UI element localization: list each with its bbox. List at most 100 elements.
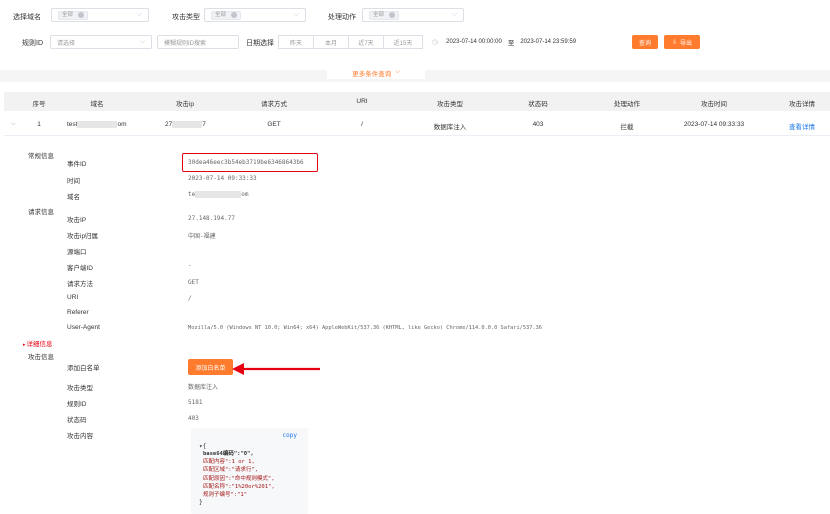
json-open-brace[interactable]: ▾{ <box>199 443 206 450</box>
user-agent-value: Mozilla/5.0 (Windows NT 10.0; Win64; x64… <box>188 325 542 331</box>
status-label: 状态码 <box>67 417 87 424</box>
col-attack-time: 攻击时间 <box>701 101 727 108</box>
masked-text <box>172 121 203 128</box>
json-line: base64编码":"0", <box>203 451 254 457</box>
copy-button[interactable]: copy <box>283 432 297 439</box>
tag-close-icon[interactable] <box>231 12 238 18</box>
section-basic-info: 常规信息 <box>28 153 54 160</box>
keyword-placeholder: 模糊规则ID搜索 <box>164 40 207 47</box>
chevron-down-icon: ⌵ <box>395 69 400 75</box>
json-line: 匹配内容":1 or 1, <box>203 459 255 466</box>
row-attack-type: 数据库注入 <box>433 124 467 131</box>
ip-label: 攻击IP <box>67 217 87 224</box>
section-request-info: 请求信息 <box>28 209 54 216</box>
col-action: 处理动作 <box>614 101 640 108</box>
geo-value: 中国-福建 <box>188 233 216 240</box>
method-value: GET <box>188 279 199 286</box>
ip-value: 27.148.194.77 <box>188 215 235 222</box>
masked-text <box>195 191 242 198</box>
action-select[interactable]: 全部 ⌵ <box>362 8 464 22</box>
col-attack-ip: 攻击ip <box>175 101 195 108</box>
json-line: 匹配原因":"命中规则模式", <box>203 475 275 482</box>
more-detail-label: 详细信息 <box>26 341 53 348</box>
row-index: 1 <box>37 121 41 128</box>
attack-type-tag: 全部 <box>211 10 242 20</box>
masked-text <box>77 121 118 128</box>
row-uri: / <box>361 121 363 128</box>
whitelist-label: 添加白名单 <box>67 365 100 372</box>
rule-id-placeholder: 请选择 <box>57 40 76 47</box>
start-time[interactable]: 2023-07-14 00:00:00 <box>446 39 502 45</box>
action-filter-label: 处理动作 <box>328 14 356 21</box>
row-attack-ip: 27 7 <box>165 121 206 129</box>
date-range-15days[interactable]: 近15天 <box>383 35 423 49</box>
chevron-down-icon: ⌵ <box>451 11 457 18</box>
chevron-down-icon: ⌵ <box>293 11 299 18</box>
uri-value: / <box>188 295 192 302</box>
row-domain: test om <box>67 121 127 129</box>
tag-close-icon[interactable] <box>389 12 396 18</box>
client-id-value: - <box>188 262 192 269</box>
col-status: 状态码 <box>528 101 548 108</box>
clock-icon: ◷ <box>432 39 439 46</box>
col-uri: URI <box>356 98 368 105</box>
date-range-yesterday[interactable]: 昨天 <box>278 35 314 49</box>
row-action: 拦截 <box>620 124 634 131</box>
chevron-down-icon: ⌵ <box>136 11 142 18</box>
domain-select[interactable]: 全部 ⌵ <box>51 8 149 22</box>
uri-label: URI <box>67 294 79 301</box>
more-detail-toggle[interactable]: ▸详细信息 <box>23 338 53 348</box>
col-method: 请求方式 <box>261 101 287 108</box>
export-icon: ⇩ <box>671 39 677 46</box>
datetime-range-picker[interactable]: ◷ 2023-07-14 00:00:00 至 2023-07-14 23:59… <box>432 35 627 49</box>
date-range-7days[interactable]: 近7天 <box>348 35 384 49</box>
rule-id-label: 规则ID <box>67 401 87 408</box>
attack-type-select[interactable]: 全部 ⌵ <box>204 8 306 22</box>
more-conditions-toggle[interactable]: 更多条件查询 ⌵ <box>327 66 425 79</box>
method-label: 请求方法 <box>67 281 93 288</box>
time-value: 2023-07-14 09:33:33 <box>188 175 257 182</box>
client-id-label: 客户端ID <box>67 265 93 272</box>
rule-id-filter-label: 规则ID <box>22 40 43 47</box>
col-index: 序号 <box>32 101 46 108</box>
json-line: 匹配名称":"1%20or%201", <box>203 483 275 490</box>
section-attack-info: 攻击信息 <box>28 354 54 361</box>
chevron-down-icon: ⌵ <box>139 38 145 45</box>
row-method: GET <box>267 121 281 128</box>
attack-type-filter-label: 攻击类型 <box>172 14 200 21</box>
arrow-annotation <box>232 363 320 375</box>
date-range-group: 昨天 本月 近7天 近15天 <box>278 35 423 49</box>
time-label: 时间 <box>67 178 80 185</box>
export-button[interactable]: ⇩ 导出 <box>664 35 700 49</box>
col-domain: 域名 <box>90 101 104 108</box>
row-status: 403 <box>532 121 544 128</box>
domain-value: te om <box>188 191 249 198</box>
query-button[interactable]: 查询 <box>632 35 658 49</box>
attack-type-label: 攻击类型 <box>67 385 93 392</box>
domain-label: 域名 <box>67 194 80 201</box>
json-body: base64编码":"0", 匹配内容":1 or 1, 匹配区域":"请求行"… <box>203 450 275 499</box>
view-detail-link[interactable]: 查看详情 <box>789 121 815 131</box>
end-time[interactable]: 2023-07-14 23:59:59 <box>520 39 576 45</box>
json-line: 规则子编号":"1" <box>203 492 248 499</box>
row-attack-time: 2023-07-14 09:33:33 <box>683 121 745 128</box>
geo-label: 攻击ip归属 <box>67 233 99 240</box>
date-label: 日期选择 <box>246 40 274 47</box>
attack-type-value: 数据库注入 <box>188 384 219 391</box>
date-range-this-month[interactable]: 本月 <box>313 35 349 49</box>
user-agent-label: User-Agent <box>67 324 100 331</box>
attack-content-label: 攻击内容 <box>67 433 93 440</box>
rule-id-select[interactable]: 请选择 ⌵ <box>50 35 152 49</box>
col-attack-detail: 攻击详情 <box>789 101 815 108</box>
domain-filter-label: 选择域名 <box>13 14 41 21</box>
json-viewer: copy ▾{ base64编码":"0", 匹配内容":1 or 1, 匹配区… <box>191 428 308 514</box>
add-whitelist-button[interactable]: 添加白名单 <box>188 359 233 375</box>
expand-chevron-icon[interactable]: ⌵ <box>11 121 16 128</box>
caret-right-icon: ▸ <box>23 342 26 348</box>
referer-label: Referer <box>67 309 89 316</box>
tag-close-icon[interactable] <box>78 12 85 18</box>
more-conditions-label: 更多条件查询 <box>352 70 392 78</box>
range-separator: 至 <box>507 40 515 47</box>
rule-id-value: 5181 <box>188 399 203 406</box>
keyword-search-input[interactable]: 模糊规则ID搜索 <box>157 35 239 49</box>
